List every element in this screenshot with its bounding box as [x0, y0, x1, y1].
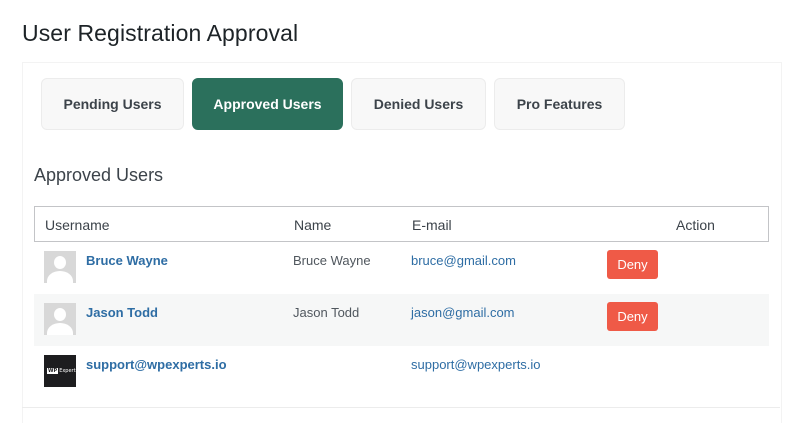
username-link[interactable]: Bruce Wayne: [86, 253, 168, 268]
deny-button[interactable]: Deny: [607, 250, 658, 279]
tab-pro-features[interactable]: Pro Features: [494, 78, 625, 130]
column-header-username: Username: [45, 217, 110, 233]
default-avatar-icon: [44, 303, 76, 335]
tab-pending-users[interactable]: Pending Users: [41, 78, 184, 130]
table-row: WPExperts support@wpexperts.io support@w…: [34, 346, 769, 398]
name-cell: Jason Todd: [293, 305, 360, 320]
username-link[interactable]: support@wpexperts.io: [86, 357, 227, 372]
email-link[interactable]: jason@gmail.com: [411, 305, 515, 320]
page-title: User Registration Approval: [22, 20, 299, 46]
table-row: Bruce Wayne Bruce Wayne bruce@gmail.com …: [34, 242, 769, 294]
username-cell: Bruce Wayne: [44, 251, 168, 283]
section-title: Approved Users: [34, 165, 164, 185]
panel-bottom-divider: [22, 407, 780, 408]
username-link[interactable]: Jason Todd: [86, 305, 158, 320]
tab-bar: Pending Users Approved Users Denied User…: [41, 78, 625, 130]
table-row: Jason Todd Jason Todd jason@gmail.com De…: [34, 294, 769, 346]
wpexperts-logo-icon: WPExperts: [44, 355, 76, 387]
name-cell: Bruce Wayne: [293, 253, 371, 268]
approved-users-table: Username Name E-mail Action Bruce Wayne …: [34, 206, 769, 398]
tab-approved-users[interactable]: Approved Users: [192, 78, 343, 130]
email-link[interactable]: support@wpexperts.io: [411, 357, 541, 372]
default-avatar-icon: [44, 251, 76, 283]
table-header: Username Name E-mail Action: [34, 206, 769, 242]
username-cell: Jason Todd: [44, 303, 158, 335]
deny-button[interactable]: Deny: [607, 302, 658, 331]
tab-denied-users[interactable]: Denied Users: [351, 78, 486, 130]
email-link[interactable]: bruce@gmail.com: [411, 253, 516, 268]
column-header-action: Action: [676, 217, 715, 233]
column-header-name: Name: [294, 217, 332, 233]
username-cell: WPExperts support@wpexperts.io: [44, 355, 227, 387]
column-header-email: E-mail: [412, 217, 452, 233]
approval-panel: Pending Users Approved Users Denied User…: [22, 62, 782, 423]
